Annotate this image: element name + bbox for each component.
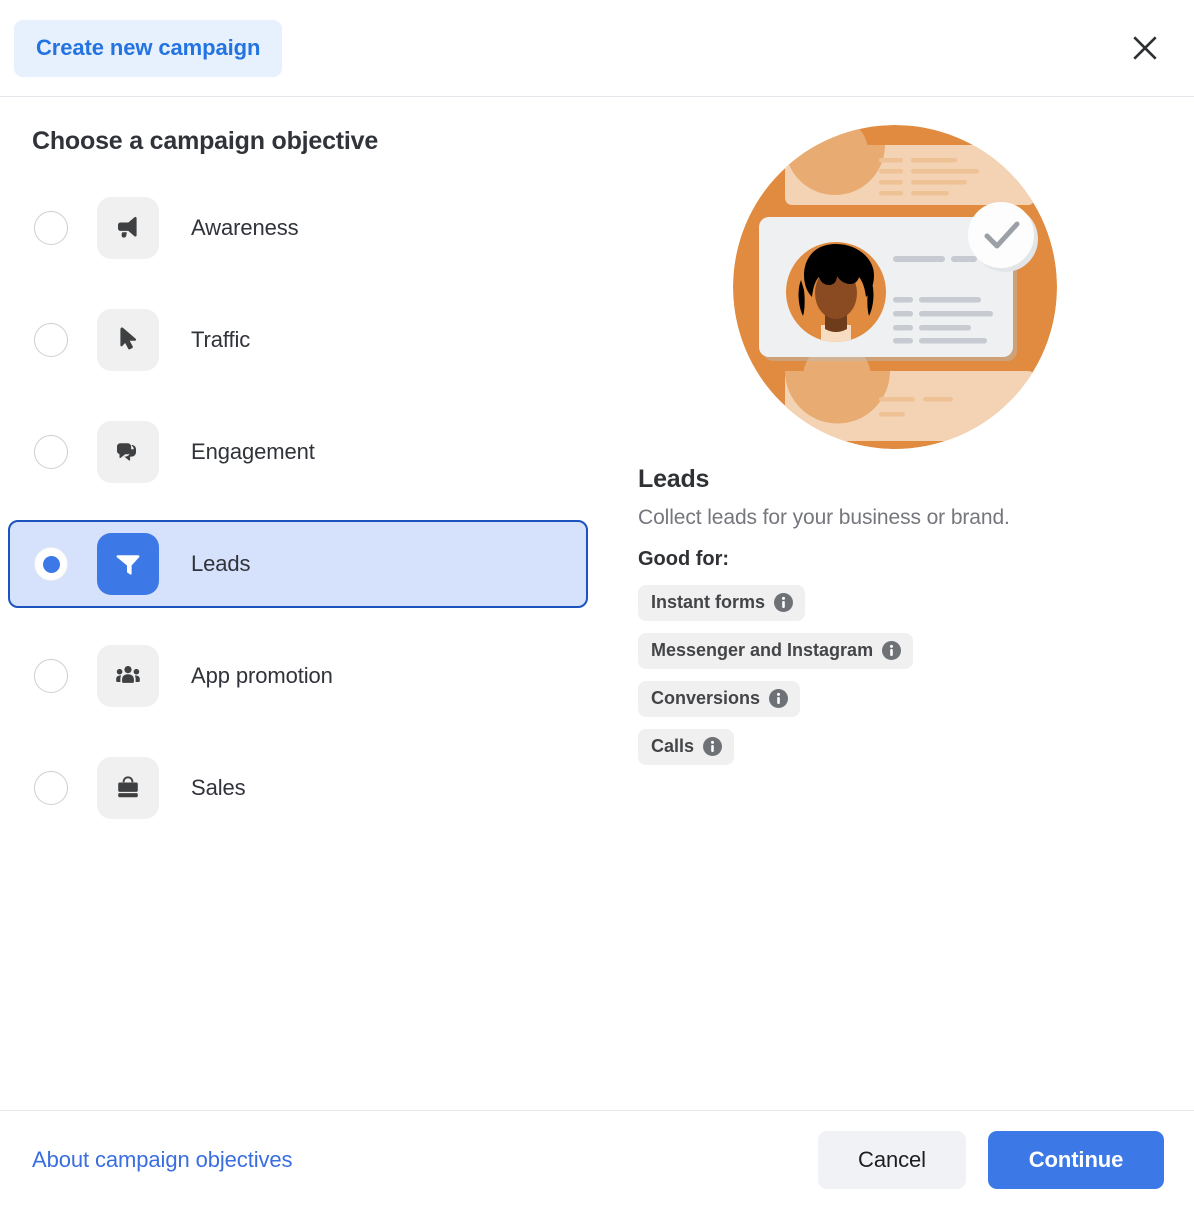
objective-row-app-promotion[interactable]: App promotion — [8, 632, 588, 720]
info-icon[interactable] — [882, 641, 902, 660]
radio-engagement[interactable] — [34, 435, 68, 469]
continue-button[interactable]: Continue — [988, 1130, 1164, 1189]
objective-row-engagement[interactable]: Engagement — [8, 408, 588, 496]
pill-label: Calls — [651, 736, 695, 756]
good-for-list: Instant forms Messenger and Instagram Co… — [638, 585, 1174, 777]
people-group-icon — [97, 645, 159, 707]
objective-label: Traffic — [191, 327, 251, 352]
good-for-pill-instant-forms[interactable]: Instant forms — [638, 585, 806, 621]
objective-row-leads[interactable]: Leads — [8, 520, 588, 608]
detail-description: Collect leads for your business or brand… — [638, 506, 1010, 529]
objective-label: Awareness — [191, 215, 299, 240]
create-campaign-dialog: Create new campaign Choose a campaign ob… — [0, 0, 1194, 1208]
lead-form-illustration — [733, 125, 1057, 449]
cursor-icon — [97, 309, 159, 371]
funnel-icon — [97, 533, 159, 595]
megaphone-icon — [97, 197, 159, 259]
chat-bubbles-icon — [97, 421, 159, 483]
dialog-footer: About campaign objectives Cancel Continu… — [0, 1110, 1194, 1208]
about-campaign-objectives-link[interactable]: About campaign objectives — [32, 1147, 293, 1173]
objective-row-traffic[interactable]: Traffic — [8, 296, 588, 384]
page-title: Choose a campaign objective — [32, 127, 379, 155]
pill-label: Instant forms — [651, 592, 766, 612]
list-item: Instant forms — [638, 585, 1174, 633]
objective-label: Sales — [191, 775, 246, 800]
good-for-pill-conversions[interactable]: Conversions — [638, 681, 801, 717]
detail-title: Leads — [638, 465, 710, 493]
list-item: Conversions — [638, 681, 1174, 729]
good-for-pill-calls[interactable]: Calls — [638, 729, 735, 765]
objective-list: Awareness Traffic Engagement Leads App p… — [0, 184, 620, 832]
radio-leads[interactable] — [34, 547, 68, 581]
objective-row-awareness[interactable]: Awareness — [8, 184, 588, 272]
list-item: Messenger and Instagram — [638, 633, 1174, 681]
objective-chooser: Choose a campaign objective Awareness Tr… — [0, 97, 620, 1110]
radio-sales[interactable] — [34, 771, 68, 805]
pill-label: Conversions — [651, 688, 761, 708]
radio-app-promotion[interactable] — [34, 659, 68, 693]
good-for-pill-messenger-and-instagram[interactable]: Messenger and Instagram — [638, 633, 914, 669]
tab-create-new-campaign[interactable]: Create new campaign — [14, 19, 283, 77]
objective-label: Engagement — [191, 439, 315, 464]
objective-label: Leads — [191, 551, 251, 576]
list-item: Calls — [638, 729, 1174, 777]
dialog-body: Choose a campaign objective Awareness Tr… — [0, 97, 1194, 1110]
info-icon[interactable] — [703, 737, 723, 756]
objective-label: App promotion — [191, 663, 333, 688]
radio-traffic[interactable] — [34, 323, 68, 357]
dialog-header: Create new campaign — [0, 0, 1194, 97]
briefcase-icon — [97, 757, 159, 819]
cancel-button[interactable]: Cancel — [818, 1130, 966, 1189]
radio-awareness[interactable] — [34, 211, 68, 245]
info-icon[interactable] — [769, 689, 789, 708]
pill-label: Messenger and Instagram — [651, 640, 874, 660]
objective-row-sales[interactable]: Sales — [8, 744, 588, 832]
info-icon[interactable] — [774, 593, 794, 612]
good-for-label: Good for: — [638, 548, 730, 570]
close-icon[interactable] — [1126, 29, 1164, 67]
objective-detail-panel: Leads Collect leads for your business or… — [620, 97, 1194, 1110]
